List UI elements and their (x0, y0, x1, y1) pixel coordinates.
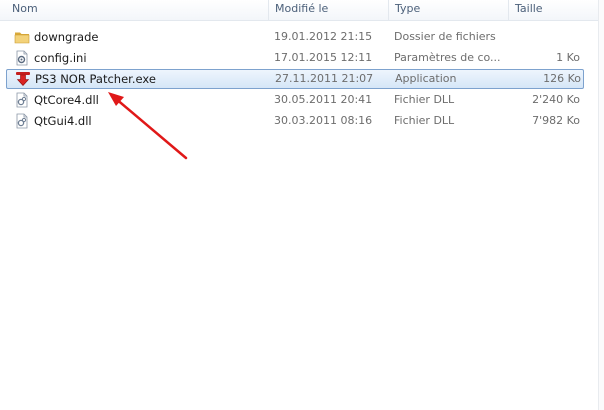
vertical-scrollbar-edge[interactable] (598, 0, 604, 410)
annotation-arrow (108, 92, 188, 160)
